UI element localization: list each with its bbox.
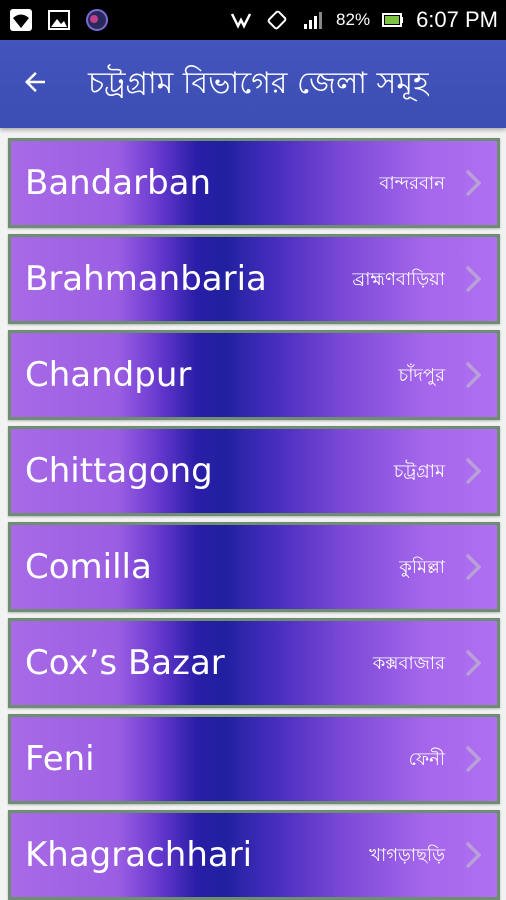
arrow-left-icon — [20, 67, 50, 101]
district-name-bangla: চাঁদপুর — [398, 365, 445, 386]
district-name-bangla: খাগড়াছড়ি — [369, 845, 445, 866]
list-item-chittagong[interactable]: Chittagong চট্রগ্রাম — [8, 426, 500, 516]
image-icon — [46, 8, 72, 32]
district-name: Bandarban — [25, 163, 212, 203]
status-bar: 82% 6:07 PM — [0, 0, 506, 40]
list-item-feni[interactable]: Feni ফেনী — [8, 714, 500, 804]
battery-icon — [380, 8, 406, 32]
chevron-right-icon — [463, 648, 485, 678]
district-name: Comilla — [25, 547, 152, 587]
app-bar: চট্রগ্রাম বিভাগের জেলা সমূহ — [0, 40, 506, 128]
list-item-comilla[interactable]: Comilla কুমিল্লা — [8, 522, 500, 612]
signal-icon — [300, 8, 326, 32]
clock: 6:07 PM — [416, 7, 498, 32]
district-name: Khagrachhari — [25, 835, 253, 875]
district-name-bangla: ব্রাহ্মণবাড়িয়া — [352, 269, 445, 290]
district-name: Chandpur — [25, 355, 192, 395]
list-item-khagrachhari[interactable]: Khagrachhari খাগড়াছড়ি — [8, 810, 500, 900]
district-name-bangla: কক্সবাজার — [372, 653, 445, 674]
chevron-right-icon — [463, 264, 485, 294]
list-item-brahmanbaria[interactable]: Brahmanbaria ব্রাহ্মণবাড়িয়া — [8, 234, 500, 324]
list-item-chandpur[interactable]: Chandpur চাঁদপুর — [8, 330, 500, 420]
district-list: Bandarban বান্দরবান Brahmanbaria ব্রাহ্ম… — [0, 130, 506, 900]
district-name-bangla: চট্রগ্রাম — [393, 461, 445, 482]
district-name-bangla: বান্দরবান — [379, 173, 445, 194]
chevron-right-icon — [463, 168, 485, 198]
headset-icon — [228, 8, 254, 32]
chevron-right-icon — [463, 840, 485, 870]
district-name-bangla: কুমিল্লা — [399, 557, 445, 578]
wifi-icon — [8, 8, 34, 32]
chevron-right-icon — [463, 744, 485, 774]
district-name: Feni — [25, 739, 95, 779]
list-item-coxs-bazar[interactable]: Cox’s Bazar কক্সবাজার — [8, 618, 500, 708]
chevron-right-icon — [463, 360, 485, 390]
back-button[interactable] — [0, 40, 70, 128]
district-name: Cox’s Bazar — [25, 643, 225, 683]
app-notification-icon — [84, 8, 110, 32]
chevron-right-icon — [463, 552, 485, 582]
page-title: চট্রগ্রাম বিভাগের জেলা সমূহ — [88, 65, 429, 101]
rotate-icon — [264, 8, 290, 32]
district-name: Chittagong — [25, 451, 213, 491]
district-name-bangla: ফেনী — [408, 749, 445, 770]
district-name: Brahmanbaria — [25, 259, 267, 299]
battery-percent: 82% — [336, 10, 371, 29]
list-item-bandarban[interactable]: Bandarban বান্দরবান — [8, 138, 500, 228]
chevron-right-icon — [463, 456, 485, 486]
